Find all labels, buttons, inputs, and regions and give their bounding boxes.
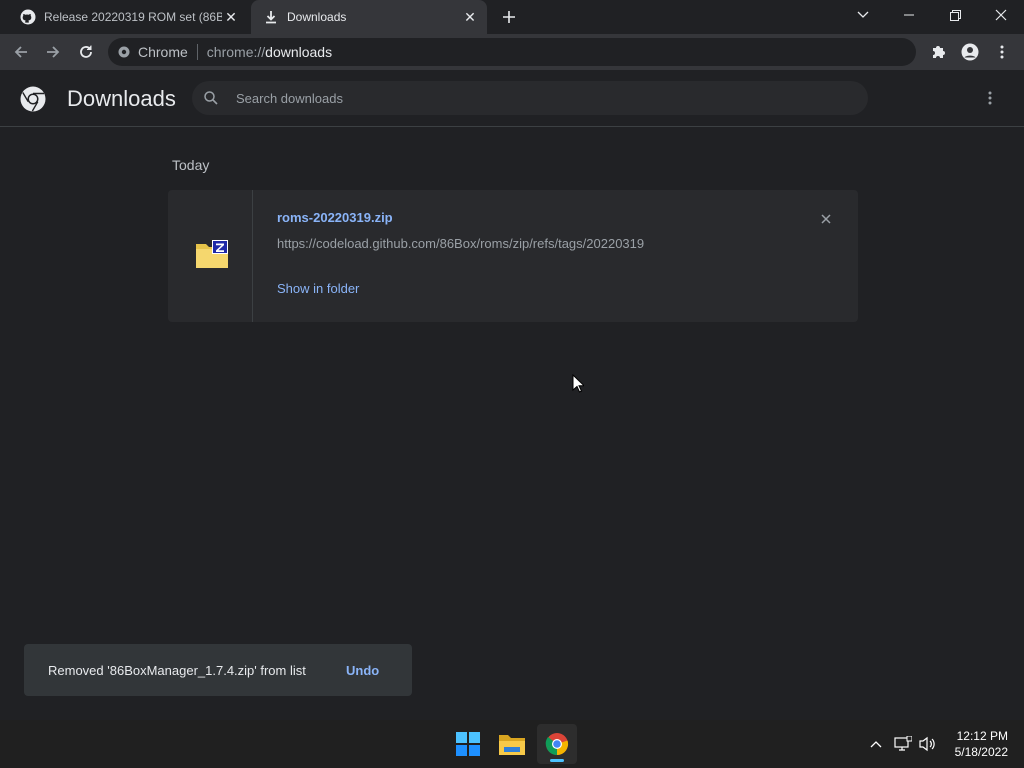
tab-strip: Release 20220319 ROM set (86Bo ✕ Downloa… bbox=[0, 0, 1024, 34]
toast-message: Removed '86BoxManager_1.7.4.zip' from li… bbox=[48, 662, 306, 678]
show-in-folder-link[interactable]: Show in folder bbox=[277, 281, 359, 296]
active-app-indicator bbox=[550, 759, 564, 762]
download-icon bbox=[263, 9, 279, 25]
download-item: roms-20220319.zip https://codeload.githu… bbox=[168, 190, 858, 322]
remove-item-close-icon[interactable] bbox=[816, 209, 836, 229]
github-icon bbox=[20, 9, 36, 25]
close-tab-icon[interactable]: ✕ bbox=[222, 8, 240, 26]
chrome-logo-icon bbox=[20, 86, 46, 112]
chrome-site-icon[interactable] bbox=[118, 46, 130, 58]
close-tab-icon[interactable]: ✕ bbox=[461, 8, 479, 26]
show-hidden-icons-chevron-icon[interactable] bbox=[865, 730, 887, 758]
start-icon[interactable] bbox=[448, 724, 488, 764]
search-downloads-field[interactable] bbox=[192, 81, 868, 115]
more-actions-icon[interactable] bbox=[978, 86, 1002, 110]
site-label: Chrome bbox=[138, 44, 188, 60]
downloads-header: Downloads bbox=[0, 70, 1024, 127]
volume-icon[interactable] bbox=[917, 730, 939, 758]
omnibox-separator bbox=[196, 44, 198, 60]
new-tab-button[interactable] bbox=[498, 6, 520, 28]
taskbar-clock[interactable]: 12:12 PM 5/18/2022 bbox=[946, 728, 1008, 760]
address-bar[interactable]: Chrome chrome://downloads bbox=[108, 38, 916, 66]
network-icon[interactable] bbox=[892, 730, 914, 758]
minimize-button[interactable] bbox=[886, 0, 932, 30]
mouse-cursor-icon bbox=[572, 373, 586, 398]
zip-file-icon bbox=[196, 240, 228, 273]
tab-downloads[interactable]: Downloads ✕ bbox=[251, 0, 487, 34]
url-host: downloads bbox=[265, 44, 333, 60]
tab-title: Downloads bbox=[287, 10, 347, 24]
download-source-url[interactable]: https://codeload.github.com/86Box/roms/z… bbox=[277, 236, 644, 251]
undo-button[interactable]: Undo bbox=[346, 663, 379, 678]
date-header: Today bbox=[172, 157, 210, 173]
restore-button[interactable] bbox=[932, 0, 978, 30]
chrome-icon[interactable] bbox=[537, 724, 577, 764]
page-title: Downloads bbox=[67, 86, 176, 111]
file-icon-column bbox=[168, 190, 253, 322]
profile-avatar-icon[interactable] bbox=[954, 36, 986, 68]
reload-button[interactable] bbox=[70, 36, 102, 68]
download-filename-link[interactable]: roms-20220319.zip bbox=[277, 210, 393, 225]
search-icon bbox=[204, 90, 220, 106]
close-window-button[interactable] bbox=[978, 0, 1024, 30]
removed-toast: Removed '86BoxManager_1.7.4.zip' from li… bbox=[24, 644, 412, 696]
clock-time: 12:12 PM bbox=[956, 729, 1008, 743]
search-input[interactable] bbox=[236, 90, 816, 106]
taskbar bbox=[0, 720, 1024, 768]
clock-date: 5/18/2022 bbox=[954, 745, 1008, 759]
back-button[interactable] bbox=[5, 36, 37, 68]
extensions-icon[interactable] bbox=[922, 36, 954, 68]
url-scheme: chrome:// bbox=[206, 44, 266, 60]
tab-github-release[interactable]: Release 20220319 ROM set (86Bo ✕ bbox=[8, 0, 248, 34]
chrome-menu-icon[interactable] bbox=[986, 36, 1018, 68]
forward-button[interactable] bbox=[37, 36, 69, 68]
tab-search-chevron-icon[interactable] bbox=[840, 0, 886, 30]
file-explorer-icon[interactable] bbox=[492, 724, 532, 764]
tab-title: Release 20220319 ROM set (86Bo bbox=[44, 10, 222, 24]
